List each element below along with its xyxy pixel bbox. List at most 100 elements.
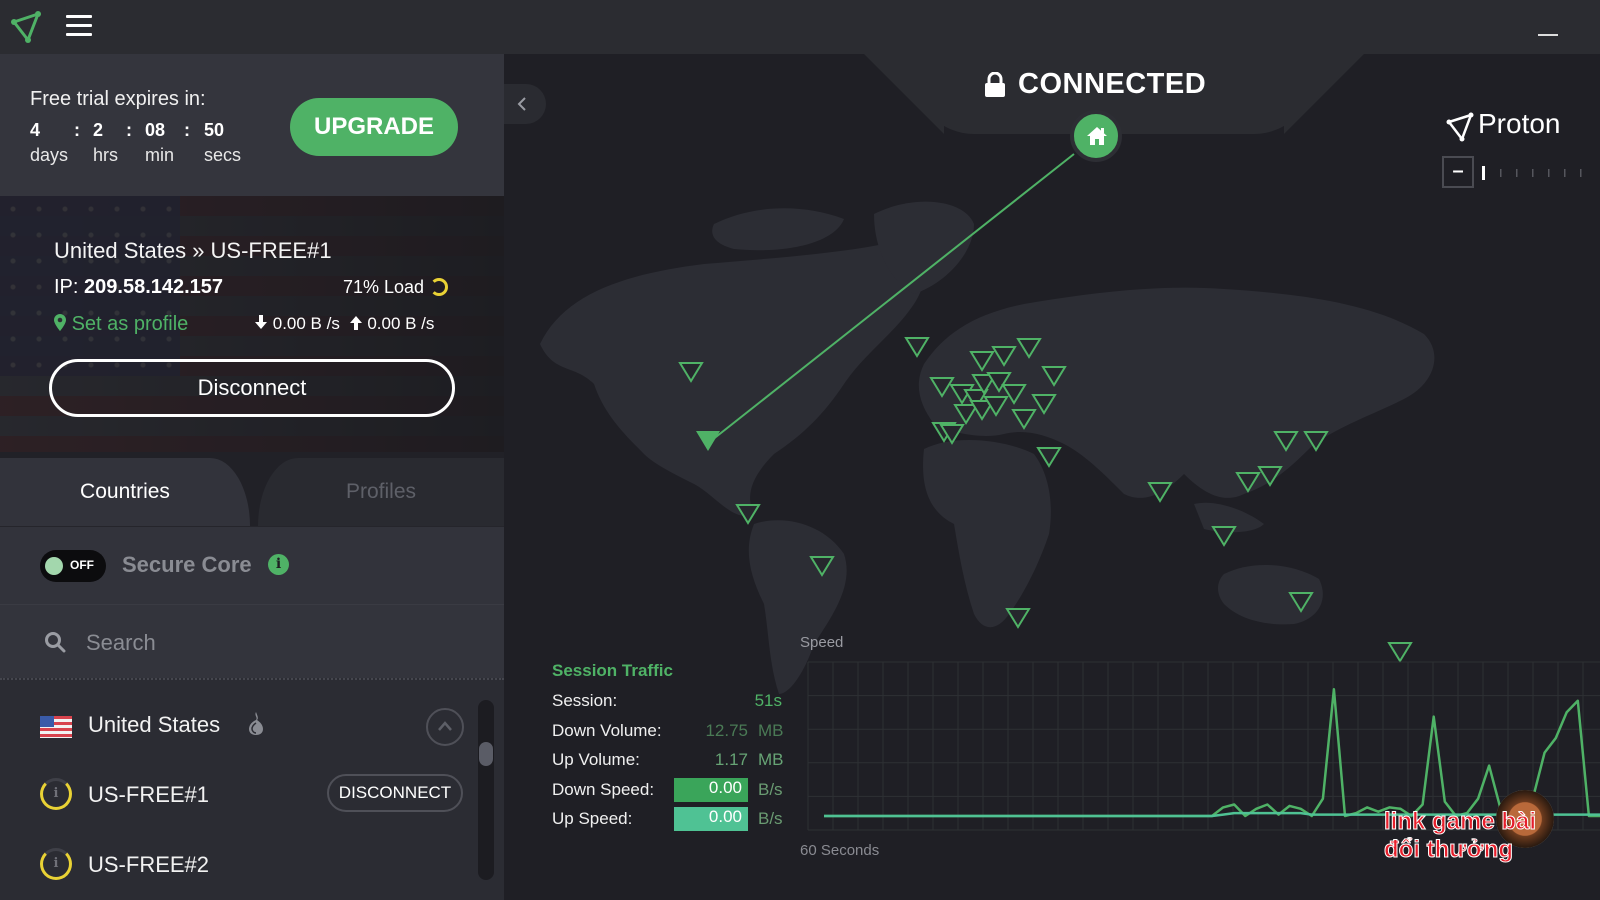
secure-core-toggle[interactable]: OFF	[40, 550, 106, 582]
connected-server-card: United States » US-FREE#1 IP: 209.58.142…	[0, 196, 504, 452]
info-icon[interactable]: i	[268, 554, 289, 575]
traffic-value: 12.75	[705, 720, 748, 740]
disconnect-button[interactable]: Disconnect	[49, 359, 455, 417]
countdown-days: 4 days	[30, 120, 69, 165]
up-speed-value: 0.00	[674, 807, 748, 831]
ip-value: 209.58.142.157	[84, 276, 224, 298]
collapse-country-button[interactable]	[426, 708, 464, 746]
country-name: United States	[88, 712, 221, 737]
proton-logo-icon	[11, 11, 41, 43]
map-area[interactable]: CONNECTED Proton – Session Traffic Sessi…	[504, 54, 1600, 900]
collapse-sidebar-button[interactable]	[504, 84, 546, 124]
toggle-state: OFF	[70, 558, 94, 572]
lock-icon	[985, 72, 1005, 97]
ip-label: IP:	[54, 276, 79, 298]
africa	[923, 439, 1051, 628]
traffic-row-up-volume: Up Volume: 1.17 MB	[552, 750, 792, 780]
server-disconnect-button[interactable]: DISCONNECT	[327, 774, 463, 812]
hamburger-menu-icon[interactable]	[66, 15, 92, 39]
watermark-line2: đổi thưởng	[1383, 836, 1514, 864]
connection-status: CONNECTED	[1018, 68, 1207, 100]
arctic-islands	[712, 208, 844, 251]
server-marker-icon[interactable]	[1211, 526, 1237, 547]
traffic-unit: MB	[758, 750, 784, 769]
ip-address: IP: 209.58.142.157	[54, 276, 223, 299]
current-speeds: 0.00 B /s 0.00 B /s	[254, 314, 434, 334]
server-list: United States i US-FREE#1 DISCONNECT i U…	[0, 678, 504, 900]
secure-core-label: Secure Core	[122, 552, 252, 577]
traffic-unit: MB	[758, 720, 784, 740]
server-row[interactable]: i US-FREE#1 DISCONNECT	[0, 758, 470, 828]
search-icon	[45, 632, 66, 653]
tor-onion-icon	[249, 712, 263, 735]
sidebar-tabs: Countries Profiles	[0, 452, 504, 526]
chart-x-label: 60 Seconds	[800, 842, 880, 859]
chart-title: Speed	[800, 634, 844, 651]
traffic-unit: B/s	[758, 809, 783, 828]
continents	[540, 201, 1435, 694]
traffic-label: Down Volume:	[552, 720, 662, 740]
load-ring-icon	[430, 278, 449, 296]
chevron-left-icon	[517, 97, 526, 111]
server-name: US-FREE#1	[88, 782, 210, 807]
server-row[interactable]: i US-FREE#2	[0, 828, 470, 898]
traffic-label: Down Speed:	[552, 779, 655, 799]
traffic-row-down-speed: Down Speed: 0.00 B/s	[552, 777, 792, 810]
download-speed: 0.00 B /s	[272, 314, 340, 333]
server-load-icon: i	[40, 778, 72, 810]
zoom-out-button[interactable]: –	[1442, 156, 1474, 188]
minimize-button[interactable]	[1538, 34, 1558, 36]
countdown-seconds: 50 secs	[204, 120, 242, 165]
tab-countries[interactable]: Countries	[0, 458, 250, 526]
load-text: 71% Load	[343, 277, 425, 297]
secure-core-row: OFF Secure Core i	[0, 526, 504, 604]
countdown-separator: :	[184, 120, 190, 140]
server-marker-icon[interactable]	[904, 337, 930, 358]
tab-profiles[interactable]: Profiles	[258, 458, 504, 526]
server-name: US-FREE#2	[88, 852, 210, 877]
list-scrollbar[interactable]	[478, 700, 494, 880]
proton-brand-icon	[1446, 112, 1474, 142]
session-traffic-title: Session Traffic	[552, 661, 673, 680]
traffic-label: Session:	[552, 691, 618, 710]
watermark-overlay: link game bài đổi thưởng	[1380, 790, 1570, 880]
traffic-row-up-speed: Up Speed: 0.00 B/s	[552, 807, 792, 839]
traffic-row-down-volume: Down Volume: 12.75 MB	[552, 721, 792, 751]
trial-panel: Free trial expires in: 4 days : 2 hrs : …	[0, 54, 504, 196]
server-load-icon: i	[40, 848, 72, 880]
upgrade-button[interactable]: UPGRADE	[290, 98, 458, 156]
download-arrow-icon	[255, 315, 267, 329]
upload-speed: 0.00 B /s	[367, 314, 435, 333]
watermark-line1: link game bài	[1383, 808, 1537, 836]
session-traffic-panel: Session Traffic Session: 51s Down Volume…	[552, 661, 792, 839]
traffic-value: 1.17	[714, 750, 748, 769]
countdown-separator: :	[74, 120, 80, 140]
zoom-slider[interactable]	[1482, 162, 1600, 182]
scrollbar-thumb[interactable]	[479, 742, 493, 766]
traffic-label: Up Speed:	[552, 809, 633, 828]
home-location-pin[interactable]	[1070, 110, 1122, 162]
north-america	[540, 244, 924, 517]
traffic-label: Up Volume:	[552, 750, 640, 769]
search-bar	[0, 604, 504, 678]
set-as-profile-link[interactable]: Set as profile	[54, 313, 188, 336]
trial-label: Free trial expires in:	[30, 88, 206, 110]
search-input[interactable]	[86, 623, 466, 663]
brand-name: Proton	[1478, 108, 1561, 139]
traffic-value: 51s	[754, 691, 782, 710]
sidebar: Free trial expires in: 4 days : 2 hrs : …	[0, 54, 504, 900]
server-marker-icon[interactable]	[1036, 447, 1062, 468]
country-row-united-states[interactable]: United States	[0, 688, 470, 758]
traffic-unit: B/s	[758, 779, 783, 799]
title-bar	[0, 0, 1600, 54]
countdown-hours: 2 hrs	[93, 120, 119, 165]
chevron-up-icon	[438, 721, 452, 731]
watermark-text: link game bài đổi thưởng	[1383, 808, 1537, 864]
traffic-row-session: Session: 51s	[552, 691, 792, 721]
server-load: 71% Load	[343, 277, 449, 298]
home-icon	[1087, 127, 1107, 145]
server-title: United States » US-FREE#1	[54, 238, 332, 263]
down-speed-value: 0.00	[674, 777, 748, 802]
server-marker-icon[interactable]	[1005, 608, 1031, 629]
location-pin-icon	[54, 314, 66, 331]
